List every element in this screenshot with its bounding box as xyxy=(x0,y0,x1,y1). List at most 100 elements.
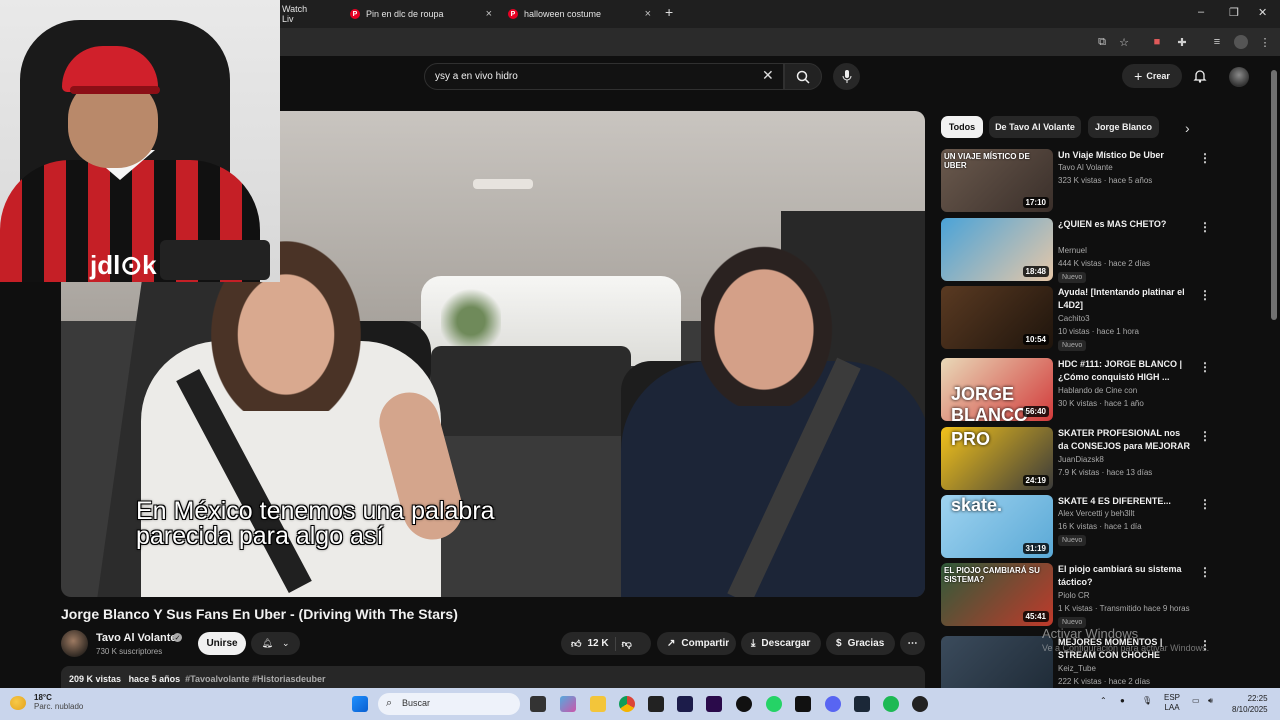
recommendation-title[interactable]: SKATE 4 ES DIFERENTE... xyxy=(1058,495,1193,508)
recommendation-item[interactable]: UN VIAJE MÍSTICO DE UBER 17:10 Un Viaje Mí… xyxy=(941,149,1231,213)
app-icon[interactable] xyxy=(795,696,811,712)
recommendation-channel[interactable]: Keiz_Tube xyxy=(1058,664,1096,673)
video-thumbnail[interactable]: JORGE BLANCO 56:40 xyxy=(941,358,1053,421)
more-vertical-icon[interactable]: ⋮ xyxy=(1199,360,1211,374)
install-app-icon[interactable]: ⧉ xyxy=(1095,35,1109,49)
search-button[interactable] xyxy=(784,63,822,90)
more-vertical-icon[interactable]: ⋮ xyxy=(1199,565,1211,579)
network-icon[interactable]: ▭ xyxy=(1192,696,1200,705)
discord-icon[interactable] xyxy=(825,696,841,712)
extensions-puzzle-icon[interactable]: ✚ xyxy=(1175,35,1189,49)
recommendation-title[interactable]: El piojo cambiará su sistema táctico? xyxy=(1058,563,1193,589)
tray-app-icon[interactable]: ● xyxy=(1120,696,1125,705)
recommendation-channel[interactable]: Cachito3 xyxy=(1058,314,1090,323)
hashtags[interactable]: #Tavoalvolante #Historiasdeuber xyxy=(185,674,325,684)
weather-widget[interactable]: 18°C Parc. nublado xyxy=(10,693,83,711)
recommendation-channel[interactable]: Mernuel xyxy=(1058,246,1087,255)
recommendation-channel[interactable]: Hablando de Cine con xyxy=(1058,386,1137,395)
spotify-icon[interactable] xyxy=(883,696,899,712)
volume-icon[interactable]: 🔊︎ xyxy=(1208,696,1213,706)
notifications-bell-icon[interactable] xyxy=(1193,69,1207,83)
channel-avatar[interactable] xyxy=(61,630,88,657)
chip-channel[interactable]: De Tavo Al Volante xyxy=(989,116,1081,138)
recommendation-title[interactable]: Ayuda! [Intentando platinar el L4D2] xyxy=(1058,286,1193,312)
download-button[interactable]: ⤓ Descargar xyxy=(741,632,821,655)
channel-name[interactable]: Tavo Al Volante xyxy=(96,632,176,644)
file-explorer-icon[interactable] xyxy=(590,696,606,712)
menu-kebab-icon[interactable]: ⋮ xyxy=(1258,35,1272,49)
tray-mic-icon[interactable]: 🎙︎ xyxy=(1142,696,1152,705)
recommendation-item[interactable]: EL PIOJO CAMBIARÁ SU SISTEMA? 45:41 El pio… xyxy=(941,563,1231,628)
maximize-button[interactable]: ❐ xyxy=(1229,6,1239,19)
bookmark-star-icon[interactable]: ☆ xyxy=(1117,35,1131,49)
more-actions-button[interactable]: ⋯ xyxy=(900,632,925,655)
recommendation-title[interactable]: ¿QUIEN es MAS CHETO? xyxy=(1058,218,1193,231)
chevron-right-icon[interactable]: › xyxy=(1185,120,1190,136)
recommendation-item[interactable]: JORGE BLANCO 56:40 HDC #111: JORGE BLANCO … xyxy=(941,358,1231,422)
tab-pinterest-1[interactable]: P Pin en dlc de roupa × xyxy=(350,3,492,25)
new-tab-button[interactable]: + xyxy=(665,4,673,20)
profile-icon[interactable] xyxy=(1234,35,1248,49)
recommendation-item[interactable]: PRO 24:19 SKATER PROFESIONAL nos da CONSEJ… xyxy=(941,427,1231,491)
more-vertical-icon[interactable]: ⋮ xyxy=(1199,288,1211,302)
taskbar-search[interactable]: ⌕ Buscar xyxy=(378,693,520,715)
subscription-bell-button[interactable]: 🔔︎ ⌄ xyxy=(251,632,300,655)
tab-watch-live[interactable]: Watch Liv xyxy=(282,3,320,25)
recommendation-item[interactable]: skate. 31:19 SKATE 4 ES DIFERENTE... Alex V… xyxy=(941,495,1231,559)
recommendation-title[interactable]: HDC #111: JORGE BLANCO | ¿Cómo conquistó… xyxy=(1058,358,1193,384)
clock[interactable]: 22:25 8/10/2025 xyxy=(1232,693,1268,715)
obs-icon[interactable] xyxy=(736,696,752,712)
tab-pinterest-2[interactable]: P halloween costume × xyxy=(508,3,651,25)
app-icon[interactable] xyxy=(648,696,664,712)
create-button[interactable]: + Crear xyxy=(1122,64,1182,88)
premiere-icon[interactable] xyxy=(706,696,722,712)
recommendation-channel[interactable]: JuanDiazsk8 xyxy=(1058,455,1104,464)
recommendation-channel[interactable]: Piolo CR xyxy=(1058,591,1090,600)
user-avatar[interactable] xyxy=(1229,67,1249,87)
thanks-button[interactable]: $ Gracias xyxy=(826,632,895,655)
dislike-button[interactable]: 👎︎ xyxy=(622,638,632,650)
video-thumbnail[interactable]: EL PIOJO CAMBIARÁ SU SISTEMA? 45:41 xyxy=(941,563,1053,626)
extension-icon[interactable]: ■ xyxy=(1150,35,1164,49)
search-input[interactable]: ysy a en vivo hidro xyxy=(424,63,784,90)
chrome-icon[interactable] xyxy=(619,696,635,712)
video-thumbnail[interactable]: PRO 24:19 xyxy=(941,427,1053,490)
share-button[interactable]: ↗ Compartir xyxy=(657,632,736,655)
video-thumbnail[interactable]: UN VIAJE MÍSTICO DE UBER 17:10 xyxy=(941,149,1053,212)
copilot-icon[interactable] xyxy=(560,696,576,712)
close-tab-icon[interactable]: × xyxy=(486,8,492,20)
duration-badge: 17:10 xyxy=(1022,197,1049,208)
more-vertical-icon[interactable]: ⋮ xyxy=(1199,220,1211,234)
more-vertical-icon[interactable]: ⋮ xyxy=(1199,429,1211,443)
voice-search-button[interactable] xyxy=(833,63,860,90)
recommendation-item[interactable]: 18:48 ¿QUIEN es MAS CHETO? Mernuel 444 K vi… xyxy=(941,218,1231,283)
clear-search-icon[interactable]: ✕ xyxy=(762,67,774,84)
more-vertical-icon[interactable]: ⋮ xyxy=(1199,497,1211,511)
chip-all[interactable]: Todos xyxy=(941,116,983,138)
video-thumbnail[interactable]: 18:48 xyxy=(941,218,1053,281)
minimize-button[interactable]: – xyxy=(1198,6,1204,18)
video-thumbnail[interactable]: 10:54 xyxy=(941,286,1053,349)
windows-start-icon[interactable] xyxy=(352,696,368,712)
tray-chevron-icon[interactable]: ⌃ xyxy=(1100,696,1107,705)
more-vertical-icon[interactable]: ⋮ xyxy=(1199,151,1211,165)
app-icon[interactable] xyxy=(677,696,693,712)
media-icon[interactable]: ≡ xyxy=(1210,35,1224,49)
close-tab-icon[interactable]: × xyxy=(645,8,651,20)
recommendation-channel[interactable]: Alex Vercetti y beh3llt xyxy=(1058,509,1134,518)
steam-icon[interactable] xyxy=(854,696,870,712)
recommendation-title[interactable]: Un Viaje Místico De Uber xyxy=(1058,149,1193,162)
recommendation-title[interactable]: SKATER PROFESIONAL nos da CONSEJOS para … xyxy=(1058,427,1193,453)
recommendation-channel[interactable]: Tavo Al Volante xyxy=(1058,163,1113,172)
video-thumbnail[interactable]: skate. 31:19 xyxy=(941,495,1053,558)
task-view-icon[interactable] xyxy=(530,696,546,712)
like-button[interactable]: 👍︎ 12 K xyxy=(571,638,609,650)
recommendation-item[interactable]: 10:54 Ayuda! [Intentando platinar el L4D2… xyxy=(941,286,1231,351)
close-window-button[interactable]: ✕ xyxy=(1258,6,1267,19)
chip-jorge-blanco[interactable]: Jorge Blanco xyxy=(1088,116,1159,138)
media-player-icon[interactable] xyxy=(912,696,928,712)
scrollbar[interactable] xyxy=(1271,70,1277,320)
language-indicator[interactable]: ESP LAA xyxy=(1164,693,1180,713)
join-button[interactable]: Unirse xyxy=(198,632,246,655)
whatsapp-icon[interactable] xyxy=(766,696,782,712)
